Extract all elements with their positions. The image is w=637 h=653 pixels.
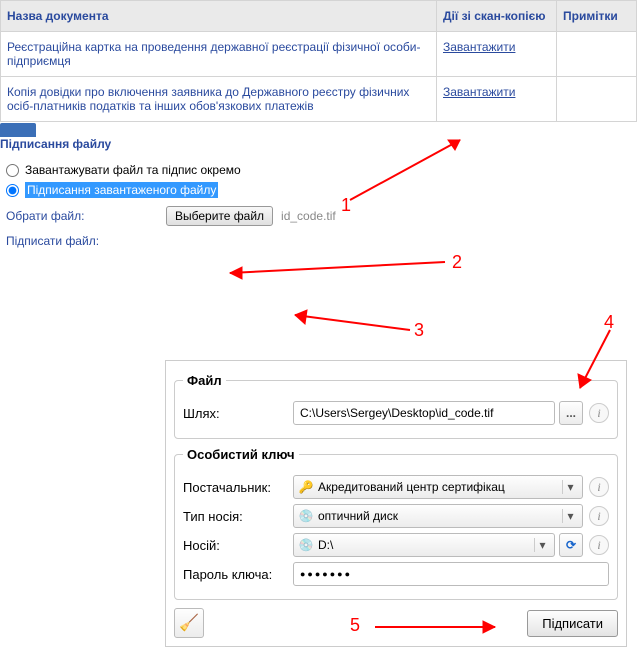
signing-panel: Файл Шлях: ... i Особистий ключ Постачал…	[165, 360, 627, 647]
col-header-notes: Примітки	[557, 1, 637, 32]
annotation-4: 4	[604, 312, 614, 333]
password-input[interactable]	[293, 562, 609, 586]
sign-file-row: Підписати файл:	[6, 234, 637, 248]
path-label: Шлях:	[183, 406, 293, 421]
annotation-1: 1	[341, 195, 351, 216]
info-icon[interactable]: i	[589, 403, 609, 423]
media-combo[interactable]: 💿 D:\ ▾	[293, 533, 555, 557]
radio-sign-loaded[interactable]: Підписання завантаженого файлу	[6, 182, 637, 198]
radio-sign-loaded-input[interactable]	[6, 184, 19, 197]
key-fieldset: Особистий ключ Постачальник: 🔑 Акредитов…	[174, 447, 618, 600]
download-link[interactable]: Завантажити	[443, 40, 515, 54]
media-label: Носій:	[183, 538, 293, 553]
annotation-2: 2	[452, 252, 462, 273]
file-legend: Файл	[183, 373, 226, 388]
eraser-icon: 🧹	[179, 613, 199, 633]
disc-icon: 💿	[298, 538, 314, 552]
doc-notes	[557, 32, 637, 77]
section-title: Підписання файлу	[0, 137, 637, 151]
radio-separate[interactable]: Завантажувати файл та підпис окремо	[6, 163, 637, 177]
chevron-down-icon: ▾	[562, 480, 578, 494]
table-row: Реєстраційна картка на проведення держав…	[1, 32, 637, 77]
media-type-combo[interactable]: 💿 оптичний диск ▾	[293, 504, 583, 528]
media-type-label: Тип носія:	[183, 509, 293, 524]
file-fieldset: Файл Шлях: ... i	[174, 373, 618, 439]
doc-name: Копія довідки про включення заявника до …	[1, 77, 437, 122]
refresh-button[interactable]: ⟳	[559, 533, 583, 557]
col-header-name: Назва документа	[1, 1, 437, 32]
browse-button[interactable]: ...	[559, 401, 583, 425]
doc-name: Реєстраційна картка на проведення держав…	[1, 32, 437, 77]
tab-indicator	[0, 123, 36, 137]
col-header-action: Дії зі скан-копією	[437, 1, 557, 32]
info-icon[interactable]: i	[589, 535, 609, 555]
documents-table: Назва документа Дії зі скан-копією Примі…	[0, 0, 637, 122]
selected-file-name: id_code.tif	[281, 209, 336, 223]
sign-file-label: Підписати файл:	[6, 234, 166, 248]
chevron-down-icon: ▾	[534, 538, 550, 552]
sign-button[interactable]: Підписати	[527, 610, 618, 637]
choose-file-button[interactable]: Выберите файл	[166, 206, 273, 226]
info-icon[interactable]: i	[589, 506, 609, 526]
table-row: Копія довідки про включення заявника до …	[1, 77, 637, 122]
key-icon: 🔑	[298, 480, 314, 494]
annotation-5: 5	[350, 615, 360, 636]
download-link[interactable]: Завантажити	[443, 85, 515, 99]
radio-separate-input[interactable]	[6, 164, 19, 177]
path-input[interactable]	[293, 401, 555, 425]
doc-notes	[557, 77, 637, 122]
provider-label: Постачальник:	[183, 480, 293, 495]
file-select-label: Обрати файл:	[6, 209, 166, 223]
info-icon[interactable]: i	[589, 477, 609, 497]
disc-icon: 💿	[298, 509, 314, 523]
file-select-row: Обрати файл: Выберите файл id_code.tif	[6, 206, 637, 226]
chevron-down-icon: ▾	[562, 509, 578, 523]
key-legend: Особистий ключ	[183, 447, 299, 462]
provider-combo[interactable]: 🔑 Акредитований центр сертифікац ▾	[293, 475, 583, 499]
clear-button[interactable]: 🧹	[174, 608, 204, 638]
annotation-3: 3	[414, 320, 424, 341]
password-label: Пароль ключа:	[183, 567, 293, 582]
